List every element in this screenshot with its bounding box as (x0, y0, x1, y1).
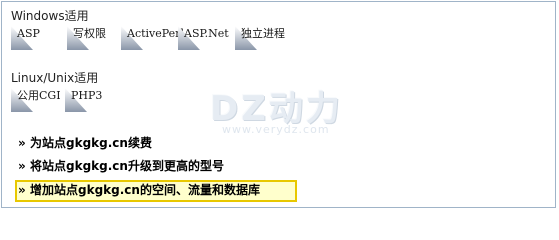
tile-aspnet-label: ASP.Net (184, 27, 229, 40)
tile-activeperl-label: ActivePerl (127, 27, 184, 40)
renew-site-link[interactable]: » 为站点gkgkg.cn续费 (18, 136, 152, 151)
tile-asp-label: ASP (17, 27, 40, 40)
upgrade-site-link[interactable]: » 将站点gkgkg.cn升级到更高的型号 (18, 159, 224, 174)
bullet-icon: » (18, 159, 26, 173)
tile-php3[interactable]: PHP3 (65, 88, 115, 112)
add-resources-link[interactable]: » 增加站点gkgkg.cn的空间、流量和数据库 (18, 183, 260, 198)
tile-asp[interactable]: ASP (11, 26, 67, 50)
linux-tile-row: 公用CGI PHP3 (11, 88, 115, 112)
tile-write-permission-label: 写权限 (73, 27, 106, 40)
service-panel: DZ动力 www.verydz.com Windows适用 ASP 写权限 Ac… (1, 1, 556, 208)
windows-section-label: Windows适用 (11, 9, 89, 23)
bullet-icon: » (18, 183, 26, 197)
renew-site-link-text: 为站点gkgkg.cn续费 (30, 136, 152, 150)
watermark-url: www.verydz.com (222, 123, 330, 136)
bullet-icon: » (18, 136, 26, 150)
tile-aspnet[interactable]: ASP.Net (178, 26, 235, 50)
add-resources-link-text: 增加站点gkgkg.cn的空间、流量和数据库 (30, 183, 260, 197)
upgrade-site-link-text: 将站点gkgkg.cn升级到更高的型号 (30, 159, 224, 173)
tile-write-permission[interactable]: 写权限 (67, 26, 121, 50)
tile-activeperl[interactable]: ActivePerl (121, 26, 184, 50)
tile-public-cgi-label: 公用CGI (17, 89, 61, 102)
tile-php3-label: PHP3 (71, 89, 103, 102)
tile-independent-process[interactable]: 独立进程 (235, 26, 295, 50)
tile-independent-process-label: 独立进程 (241, 27, 285, 40)
windows-tile-row: ASP 写权限 ActivePerl ASP.Net 独立进程 (11, 26, 295, 50)
linux-section-label: Linux/Unix适用 (11, 71, 99, 85)
tile-public-cgi[interactable]: 公用CGI (11, 88, 65, 112)
